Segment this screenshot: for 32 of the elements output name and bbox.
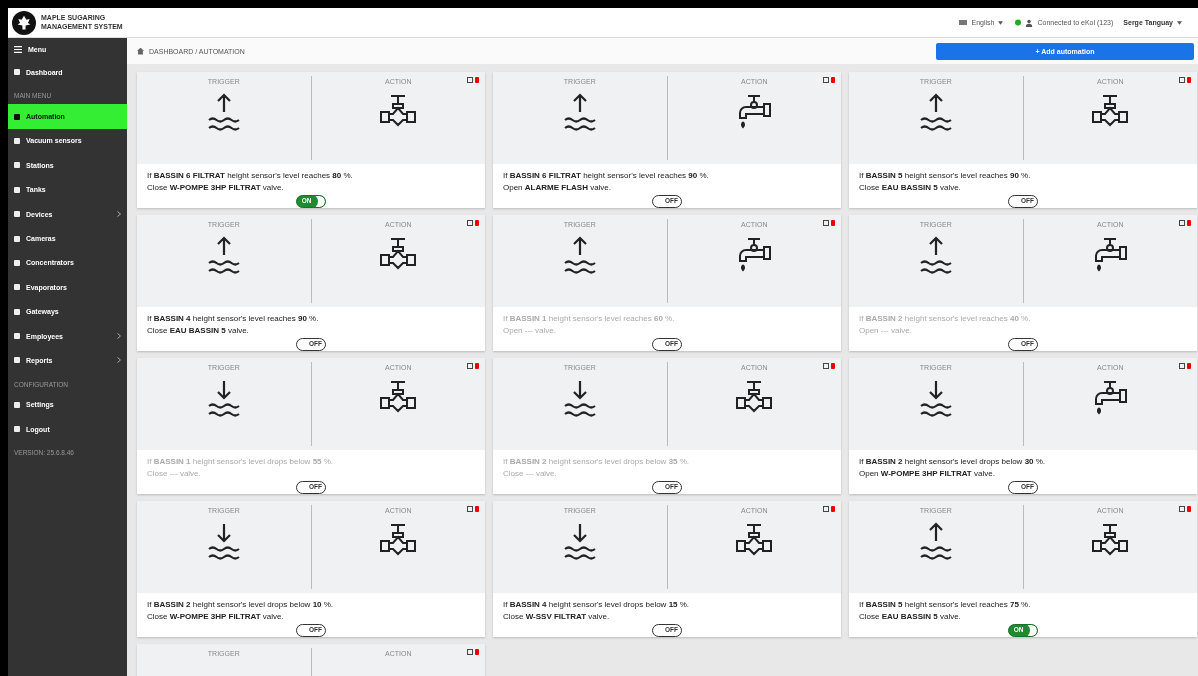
automation-description: If BASSIN 4 height sensor's level reaches 90 %. Close EAU BASSIN 5 valve. — [147, 313, 320, 337]
flag-icon — [959, 20, 968, 25]
automation-description: If BASSIN 6 FILTRAT height sensor's level reaches 80 %. Close W-POMPE 3HP FILTRAT valve. — [147, 170, 354, 194]
automation-description: If BASSIN 2 height sensor's level drops below 10 %. Close W-POMPE 3HP FILTRAT valve. — [147, 599, 335, 623]
automation-description: If BASSIN 2 height sensor's level reaches 40 %. Open --- valve. — [859, 313, 1032, 337]
user-icon — [1025, 18, 1034, 27]
square-icon — [14, 357, 20, 364]
square-icon — [14, 186, 20, 193]
square-icon — [14, 162, 20, 169]
menu-icon — [14, 45, 22, 53]
square-icon — [14, 113, 20, 120]
automation-description: If BASSIN 5 height sensor's level reaches 90 %. Close EAU BASSIN 5 valve. — [859, 170, 1032, 194]
automation-description: If BASSIN 4 height sensor's level drops below 15 %. Close W-SSV FILTRAT valve. — [503, 599, 691, 623]
home-icon — [137, 47, 144, 55]
automation-description: If BASSIN 1 height sensor's level drops below 55 %. Close --- valve. — [147, 456, 335, 480]
square-icon — [14, 137, 20, 144]
square-icon — [14, 211, 20, 218]
square-icon — [14, 69, 20, 76]
square-icon — [14, 401, 20, 408]
square-icon — [14, 333, 20, 340]
automation-description: If BASSIN 2 height sensor's level drops below 35 %. Close --- valve. — [503, 456, 691, 480]
square-icon — [14, 259, 20, 266]
automation-description: If BASSIN 2 height sensor's level drops below 30 %. Open W-POMPE 3HP FILTRAT valve. — [859, 456, 1047, 480]
square-icon — [14, 284, 20, 291]
automation-description: If BASSIN 1 height sensor's level reaches 60 %. Open --- valve. — [503, 313, 676, 337]
caret-icon — [998, 20, 1004, 25]
caret-icon — [1177, 20, 1182, 25]
automation-description: If BASSIN 6 FILTRAT height sensor's level reaches 90 %. Open ALARME FLASH valve. — [503, 170, 710, 194]
square-icon — [14, 235, 20, 242]
automation-description: If BASSIN 5 height sensor's level reaches 75 %. Close EAU BASSIN 5 valve. — [859, 599, 1032, 623]
square-icon — [14, 426, 20, 433]
square-icon — [14, 308, 20, 315]
